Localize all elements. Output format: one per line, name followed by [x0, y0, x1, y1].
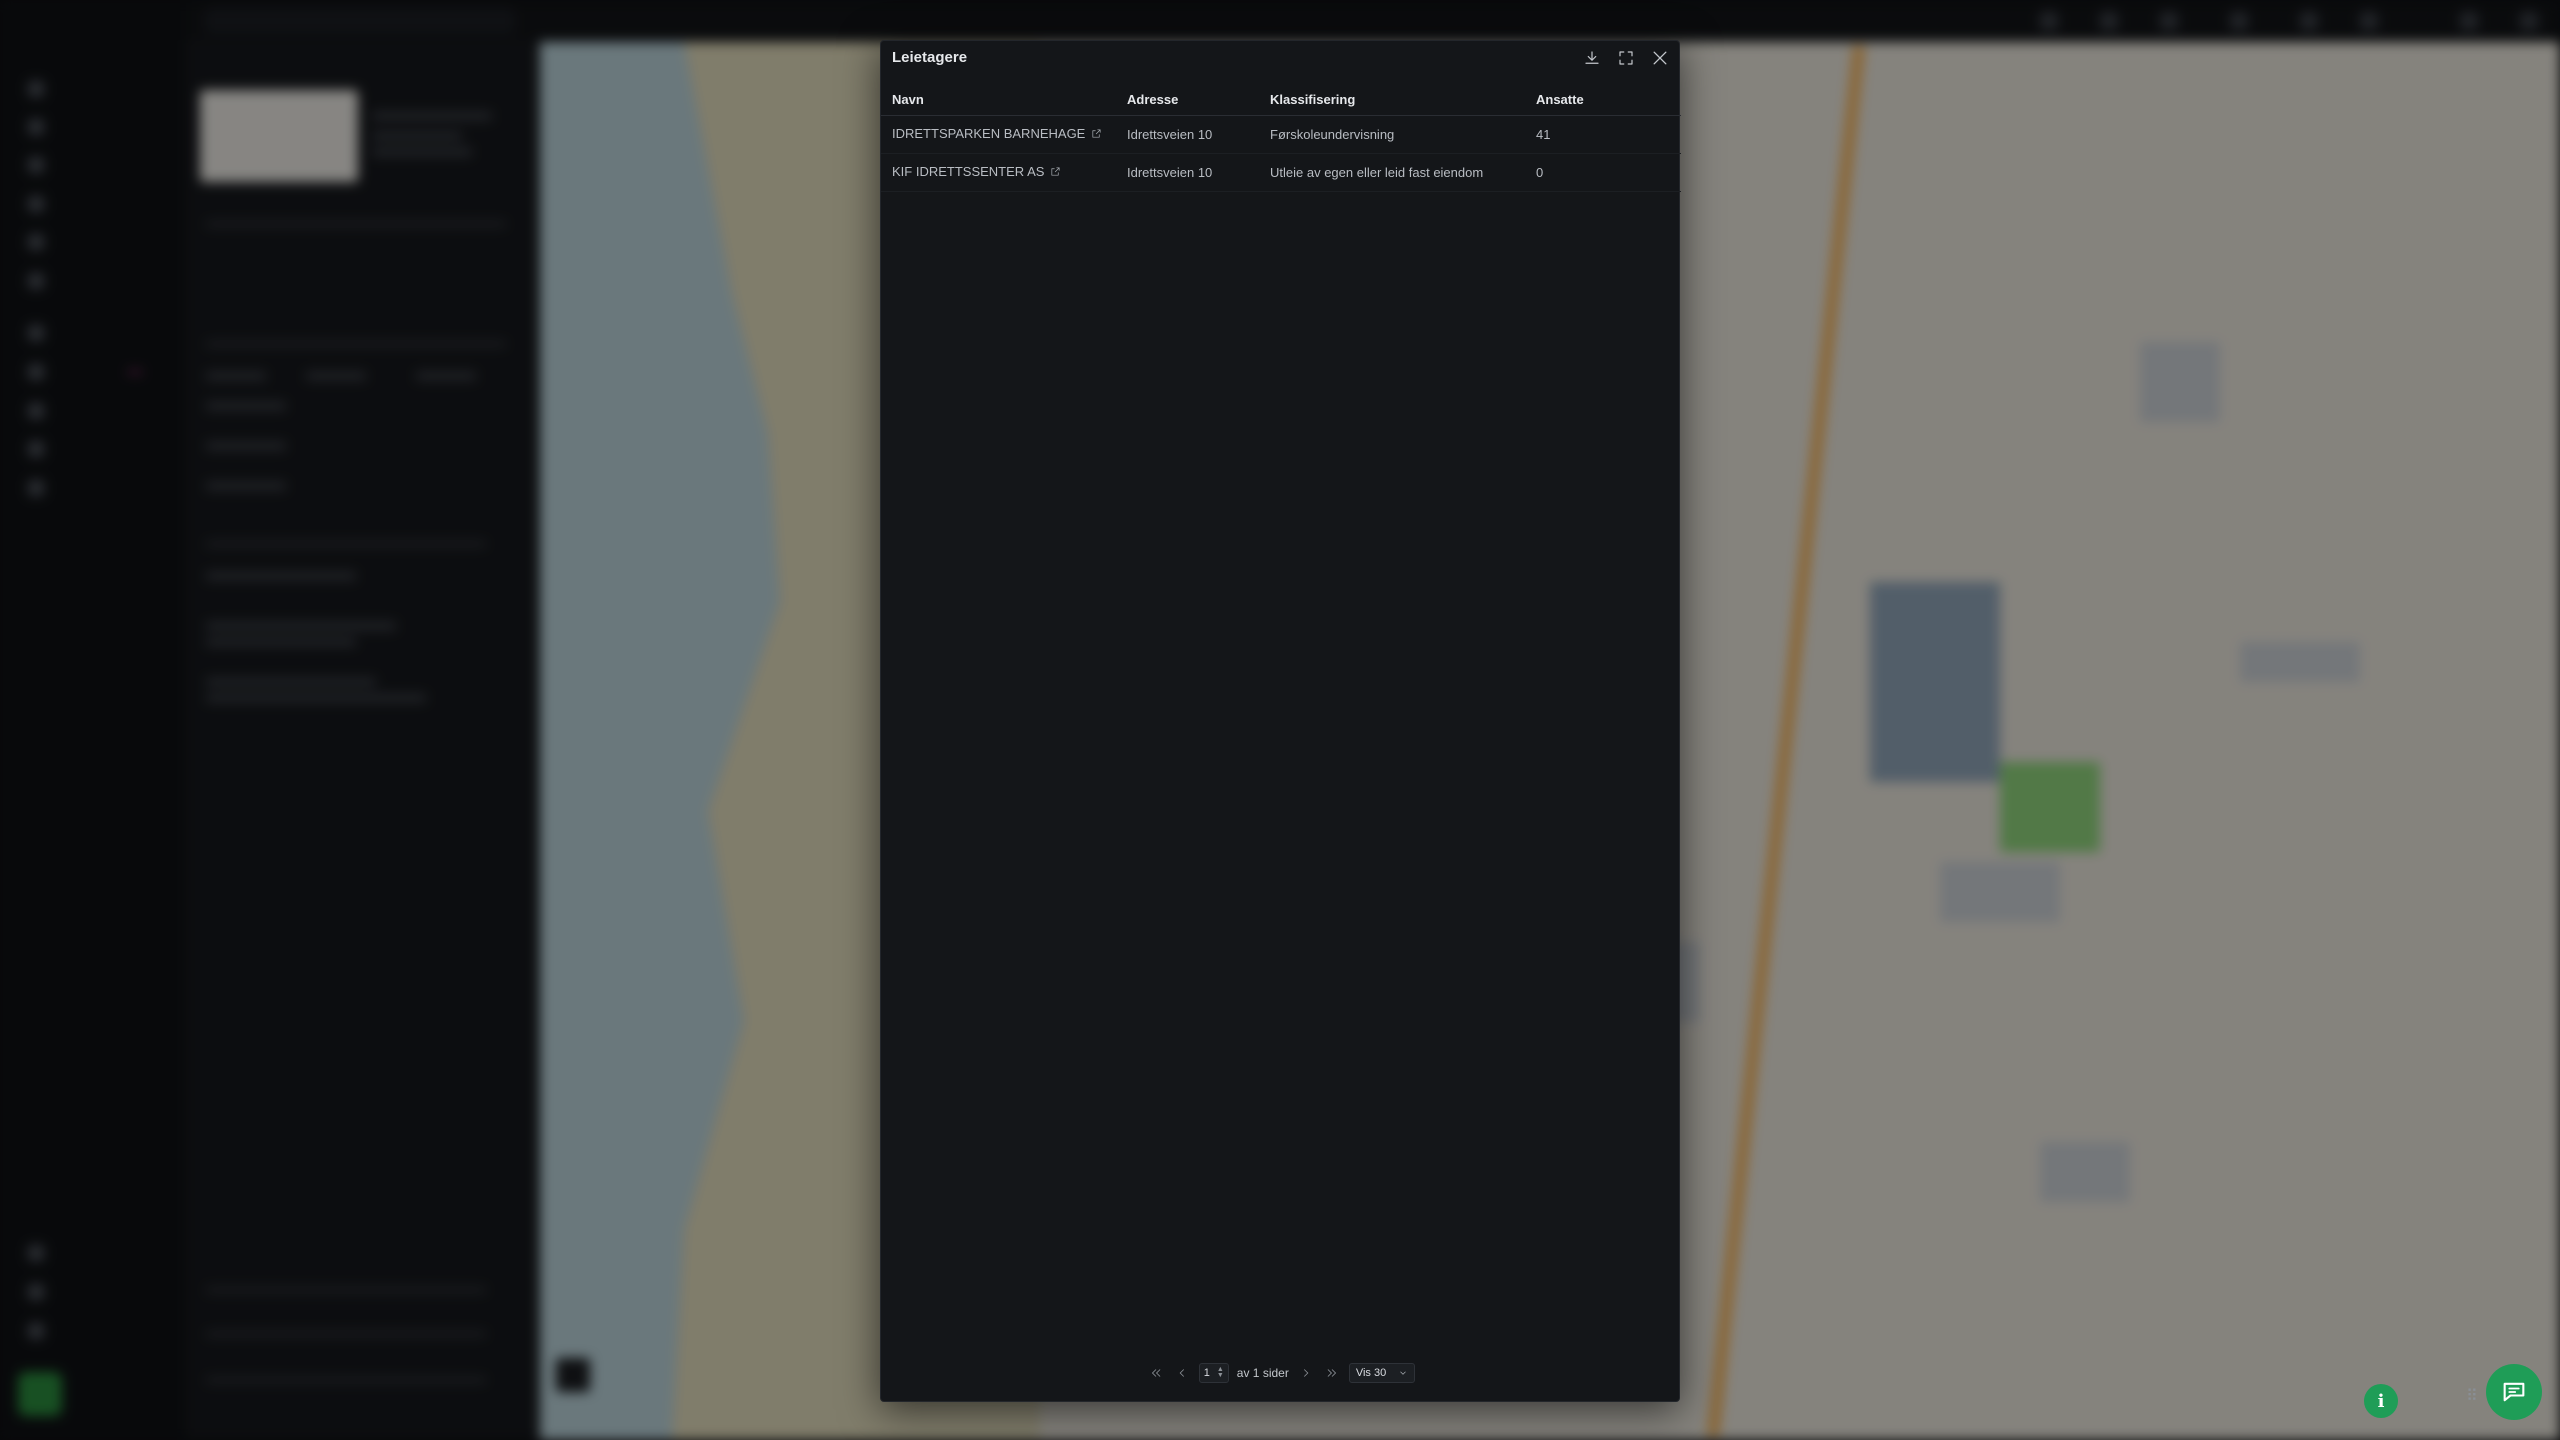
- page-number-input[interactable]: 1 ▲ ▼: [1198, 1363, 1229, 1383]
- tenant-address: Idrettsveien 10: [1127, 153, 1270, 192]
- double-chevron-left-icon: [1151, 1369, 1161, 1377]
- previous-page-button[interactable]: [1173, 1364, 1191, 1382]
- double-chevron-right-icon: [1327, 1369, 1336, 1377]
- info-icon[interactable]: i: [2364, 1384, 2398, 1418]
- page-number-value: 1: [1203, 1367, 1210, 1379]
- page-size-value: Vis 30: [1355, 1367, 1387, 1379]
- page-count-label: av 1 sider: [1236, 1366, 1289, 1380]
- tenants-table: Navn Adresse Klassifisering Ansatte IDRE…: [881, 85, 1681, 192]
- external-link-icon[interactable]: [1050, 165, 1061, 180]
- tenant-name[interactable]: IDRETTSPARKEN BARNEHAGE: [892, 126, 1085, 141]
- next-page-button[interactable]: [1297, 1364, 1315, 1382]
- tenant-employees: 41: [1536, 115, 1681, 154]
- chevron-right-icon: [1303, 1369, 1309, 1377]
- table-row: IDRETTSPARKEN BARNEHAGE Idrettsveien 10 …: [881, 115, 1681, 154]
- table-row: KIF IDRETTSSENTER AS Idrettsveien 10 Utl…: [881, 153, 1681, 192]
- fullscreen-icon: [1619, 51, 1633, 65]
- download-button[interactable]: [1581, 47, 1603, 69]
- fullscreen-button[interactable]: [1615, 47, 1637, 69]
- tenant-name[interactable]: KIF IDRETTSSENTER AS: [892, 164, 1044, 179]
- page-size-select[interactable]: Vis 30: [1348, 1363, 1416, 1383]
- column-header-name[interactable]: Navn: [881, 85, 1127, 116]
- tenant-employees: 0: [1536, 153, 1681, 192]
- chat-icon: [2503, 1382, 2525, 1402]
- modal-actions: [1581, 47, 1671, 69]
- modal-title: Leietagere: [892, 49, 968, 66]
- first-page-button[interactable]: [1147, 1364, 1165, 1382]
- chat-button[interactable]: [2486, 1364, 2542, 1420]
- last-page-button[interactable]: [1323, 1364, 1341, 1382]
- chevron-down-icon: [1400, 1371, 1406, 1375]
- spinner-arrows-icon[interactable]: ▲ ▼: [1217, 1366, 1224, 1379]
- column-header-employees[interactable]: Ansatte: [1536, 85, 1681, 116]
- tenant-name-cell[interactable]: IDRETTSPARKEN BARNEHAGE: [881, 115, 1127, 154]
- drag-handle-icon[interactable]: ⠿: [2466, 1386, 2478, 1406]
- tenant-address: Idrettsveien 10: [1127, 115, 1270, 154]
- close-icon: [1653, 51, 1667, 65]
- tenant-classification: Utleie av egen eller leid fast eiendom: [1270, 153, 1536, 192]
- tenant-classification: Førskoleundervisning: [1270, 115, 1536, 154]
- column-header-address[interactable]: Adresse: [1127, 85, 1270, 116]
- download-icon: [1585, 51, 1599, 64]
- external-link-icon[interactable]: [1091, 127, 1102, 142]
- table-header-row: Navn Adresse Klassifisering Ansatte: [881, 85, 1681, 116]
- tenants-modal: Leietagere Navn Adresse Klassifisering A…: [880, 40, 1681, 1402]
- column-header-classification[interactable]: Klassifisering: [1270, 85, 1536, 116]
- tenant-name-cell[interactable]: KIF IDRETTSSENTER AS: [881, 153, 1127, 192]
- pagination: 1 ▲ ▼ av 1 sider Vis 30: [881, 1361, 1681, 1385]
- chevron-left-icon: [1179, 1369, 1184, 1377]
- close-button[interactable]: [1649, 47, 1671, 69]
